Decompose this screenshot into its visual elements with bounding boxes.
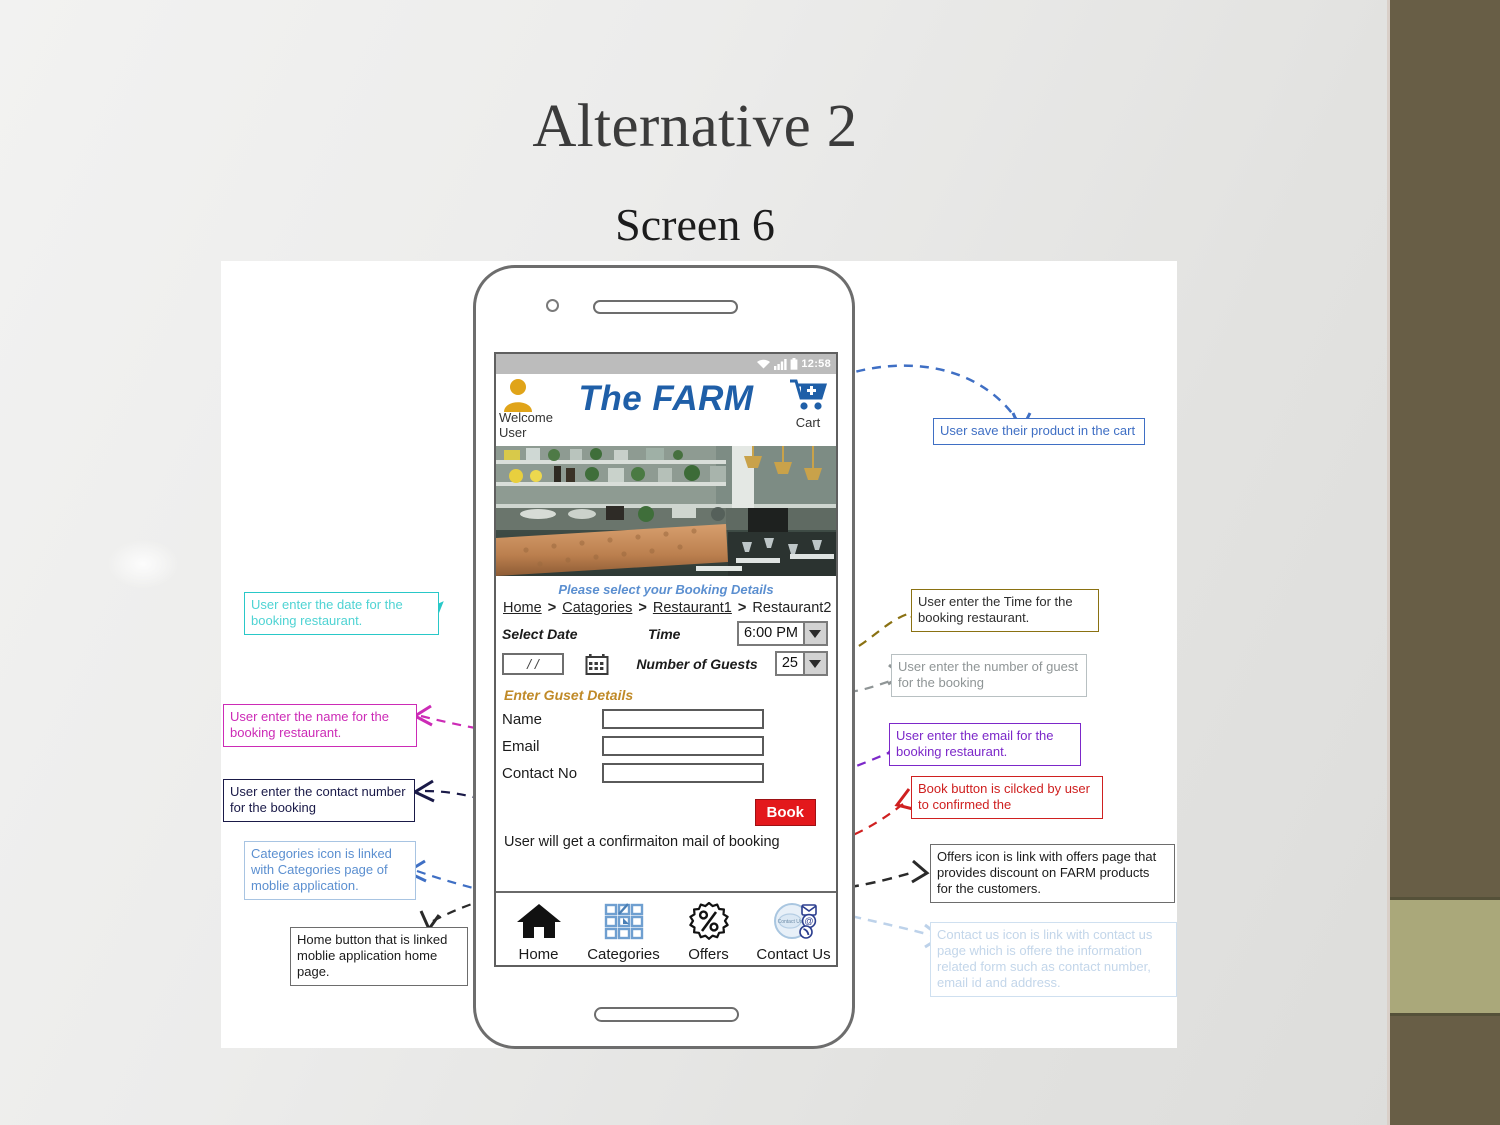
annotation-contact: User enter the contact number for the bo…: [223, 779, 415, 822]
annotation-home: Home button that is linked moblie applic…: [290, 927, 468, 986]
annotation-name: User enter the name for the booking rest…: [223, 704, 417, 747]
cart-label: Cart: [795, 415, 821, 430]
diagram-canvas: 12:58 The FARM Welcome User Cart Please …: [221, 261, 1177, 1049]
status-bar: 12:58: [496, 354, 836, 374]
home-icon: [516, 904, 561, 938]
breadcrumb-item-catagories[interactable]: Catagories: [562, 600, 632, 616]
annotation-date: User enter the date for the booking rest…: [244, 592, 439, 635]
svg-text:Contact Us: Contact Us: [777, 919, 802, 925]
booking-heading: Please select your Booking Details: [558, 582, 774, 597]
nav-label-contact-us: Contact Us: [756, 946, 831, 963]
camera-icon: [546, 299, 559, 312]
breadcrumb-separator: >: [638, 600, 647, 616]
annotation-time: User enter the Time for the booking rest…: [911, 589, 1099, 632]
email-label: Email: [502, 737, 540, 755]
time-value: 6:00 PM: [743, 625, 798, 641]
calendar-icon[interactable]: [585, 652, 609, 676]
breadcrumb-item-restaurant1[interactable]: Restaurant1: [653, 600, 732, 616]
annotation-guests: User enter the number of guest for the b…: [891, 654, 1087, 697]
signal-icon: [774, 359, 787, 370]
annotation-book: Book button is cilcked by user to confir…: [911, 776, 1103, 819]
contact-label: Contact No: [502, 764, 578, 782]
nav-label-offers: Offers: [688, 946, 729, 963]
percent-badge-icon: [688, 901, 729, 940]
breadcrumb-separator: >: [547, 600, 557, 616]
annotation-email: User enter the email for the booking res…: [889, 723, 1081, 766]
annotation-categories: Categories icon is linked with Categorie…: [244, 841, 416, 900]
battery-icon: [790, 358, 798, 370]
wifi-icon: [757, 359, 771, 369]
home-bar[interactable]: [594, 1007, 739, 1022]
page-title: Alternative 2: [532, 93, 858, 160]
breadcrumb-item-restaurant2: Restaurant2: [752, 600, 832, 616]
time-select[interactable]: 6:00 PM: [736, 621, 828, 646]
contact-input[interactable]: [602, 763, 764, 783]
phone-mockup: 12:58 The FARM Welcome User Cart Please …: [473, 265, 855, 1049]
welcome-text: Welcome User: [499, 410, 553, 440]
bottom-navigation: Home Categories Offers Contact Us @ Cont…: [496, 891, 836, 965]
restaurant-photo: [496, 446, 836, 576]
app-header: The FARM Welcome User Cart: [496, 374, 836, 446]
grid-icon: [604, 903, 643, 940]
nav-label-categories: Categories: [587, 946, 660, 963]
annotation-cart: User save their product in the cart: [933, 418, 1145, 445]
guests-label: Number of Guests: [636, 655, 758, 672]
nav-item-categories[interactable]: Categories: [582, 902, 666, 963]
breadcrumb-separator: >: [737, 600, 747, 616]
date-input[interactable]: / /: [502, 652, 564, 675]
status-time: 12:58: [801, 358, 831, 370]
speaker-grille: [593, 300, 738, 314]
nav-label-home: Home: [518, 946, 559, 963]
welcome-line-1: Welcome: [499, 410, 553, 425]
field-row-email: Email: [502, 736, 830, 756]
contact-badge-icon: Contact Us @: [773, 903, 817, 939]
field-row-name: Name: [502, 709, 830, 729]
guests-value: 25: [781, 655, 798, 671]
name-input[interactable]: [602, 709, 764, 729]
guests-select[interactable]: 25: [774, 651, 828, 676]
name-label: Name: [502, 710, 543, 728]
booking-form: Please select your Booking Details Home …: [496, 576, 836, 850]
book-button[interactable]: Book: [754, 799, 816, 826]
select-date-label: Select Date: [502, 625, 578, 642]
annotation-contact-us: Contact us icon is link with contact us …: [930, 922, 1177, 997]
rail-separator-bottom: [1390, 1013, 1500, 1016]
time-label: Time: [648, 625, 681, 642]
guest-details-heading: Enter Guset Details: [504, 687, 634, 703]
cart-button[interactable]: Cart: [788, 378, 828, 430]
breadcrumb-item-home[interactable]: Home: [503, 600, 542, 616]
nav-item-home[interactable]: Home: [497, 902, 581, 963]
annotation-offers: Offers icon is link with offers page tha…: [930, 844, 1175, 903]
chevron-down-icon: [802, 623, 826, 644]
svg-text:@: @: [804, 916, 813, 926]
email-input[interactable]: [602, 736, 764, 756]
nav-item-offers[interactable]: Offers: [667, 901, 751, 963]
field-row-contact: Contact No: [502, 763, 830, 783]
page-subtitle: Screen 6: [615, 199, 775, 250]
welcome-line-2: User: [499, 425, 527, 440]
cart-icon: [790, 379, 828, 410]
slide-root: Alternative 2 Screen 6 12:58 The FARM We…: [0, 0, 1500, 1125]
phone-screen: 12:58 The FARM Welcome User Cart Please …: [494, 352, 838, 967]
rail-olive-band: [1390, 900, 1500, 1013]
chevron-down-icon: [802, 653, 826, 674]
nav-item-contact-us[interactable]: Contact Us @ Contact Us: [752, 902, 836, 963]
breadcrumb: Home > Catagories > Restaurant1 > Restau…: [503, 600, 832, 616]
light-blob: [108, 540, 178, 588]
confirmation-note: User will get a confirmaiton mail of boo…: [504, 834, 780, 850]
